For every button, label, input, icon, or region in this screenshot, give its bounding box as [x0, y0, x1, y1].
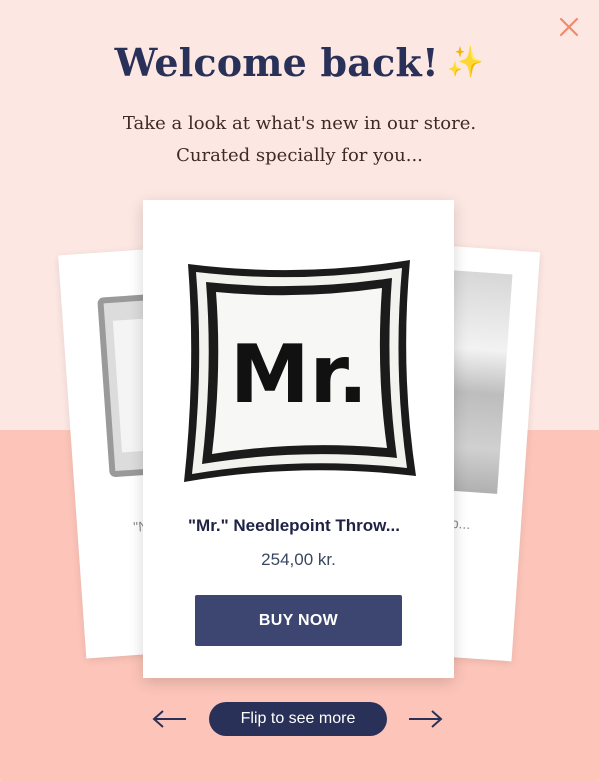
subtitle-line-2: Curated specially for you... [176, 145, 423, 166]
product-name[interactable]: "Mr." Needlepoint Throw... [143, 516, 454, 536]
product-price: 254,00 kr. [261, 550, 336, 569]
previous-button[interactable] [150, 704, 190, 734]
arrow-left-icon [152, 710, 186, 728]
popup-title-text: Welcome back! [114, 40, 439, 85]
popup-title: Welcome back! ✨ [0, 40, 599, 85]
subtitle-line-1: Take a look at what's new in our store. [122, 113, 477, 134]
product-card-current[interactable]: Mr. "Mr." Needlepoint Throw... 254,00 kr… [143, 200, 454, 678]
welcome-popup: Welcome back! ✨ Take a look at what's new… [0, 0, 599, 781]
product-image-pillow: Mr. [184, 260, 416, 482]
arrow-right-icon [409, 710, 443, 728]
next-button[interactable] [405, 704, 445, 734]
popup-subtitle: Take a look at what's new in our store. … [0, 108, 599, 172]
sparkles-icon: ✨ [446, 45, 485, 80]
close-button[interactable] [556, 14, 582, 40]
close-icon [559, 17, 579, 37]
pillow-text: Mr. [230, 328, 368, 421]
buy-now-button[interactable]: BUY NOW [195, 595, 402, 646]
flip-to-see-more-button[interactable]: Flip to see more [209, 702, 387, 736]
